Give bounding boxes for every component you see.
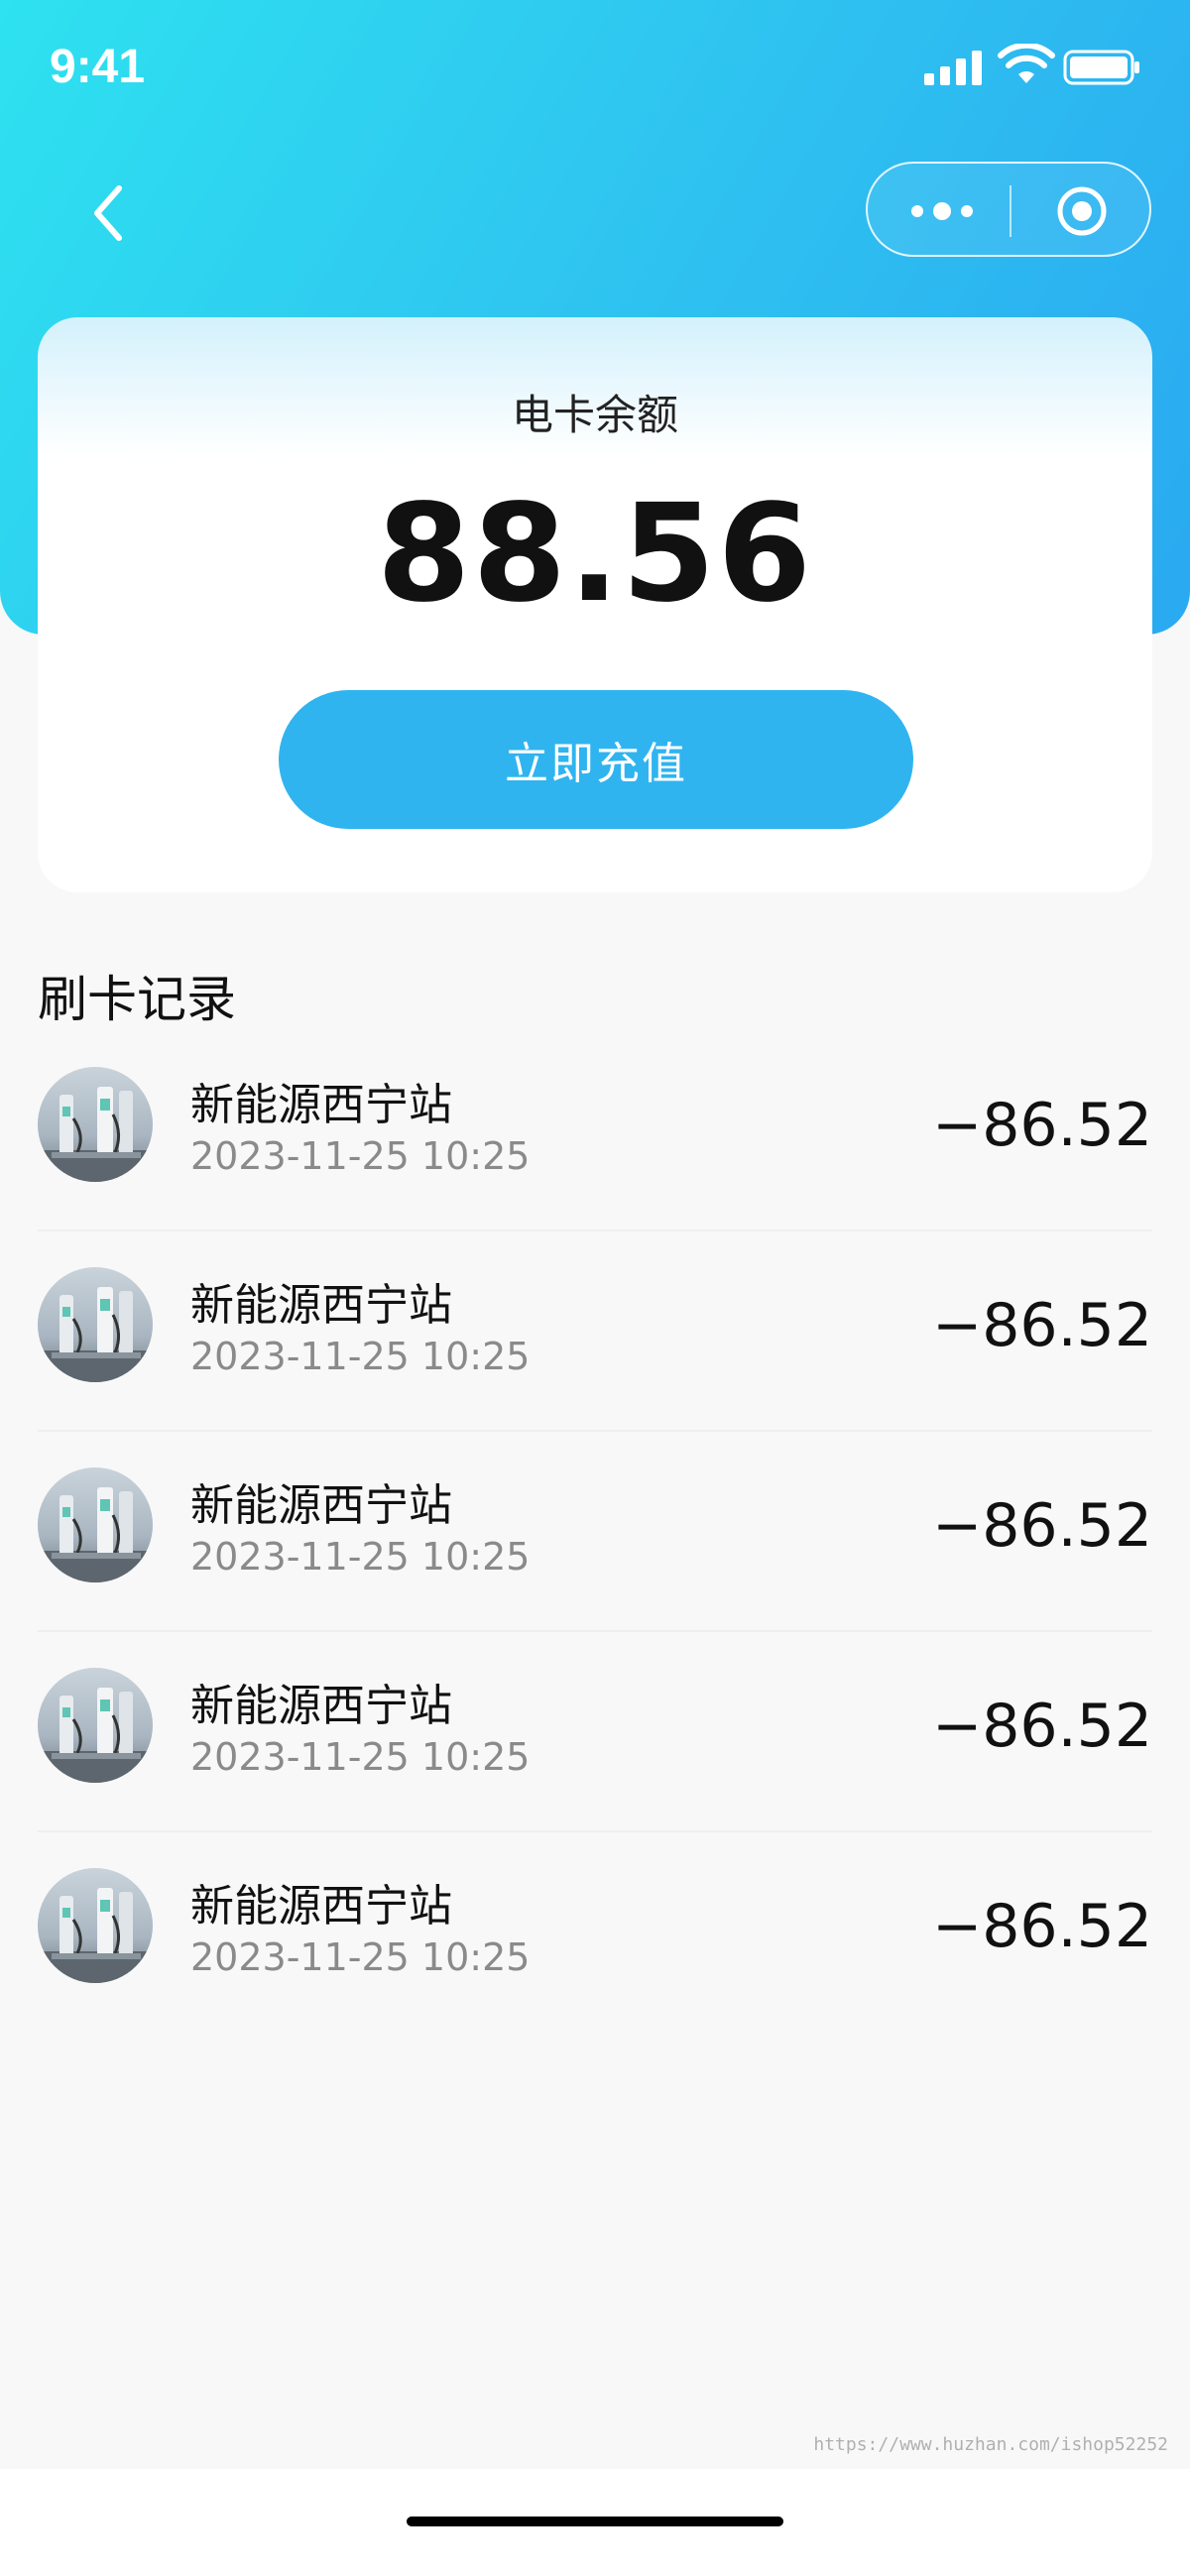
record-row[interactable]: 新能源西宁站 2023-11-25 10:25 −86.52 <box>38 1031 1152 1231</box>
balance-value: 88.56 <box>376 476 814 633</box>
wifi-icon <box>998 44 1055 83</box>
record-amount: −86.52 <box>931 1291 1152 1360</box>
charging-station-image-icon <box>38 1868 153 1983</box>
target-circle-icon[interactable] <box>1054 183 1110 239</box>
station-avatar <box>38 1267 153 1382</box>
charging-station-image-icon <box>38 1467 153 1582</box>
status-time: 9:41 <box>50 41 146 93</box>
record-time: 2023-11-25 10:25 <box>190 1335 531 1378</box>
station-avatar <box>38 1868 153 1983</box>
station-avatar <box>38 1067 153 1182</box>
charging-station-image-icon <box>38 1267 153 1382</box>
balance-card: 电卡余额 88.56 立即充值 <box>38 317 1152 892</box>
capsule-divider <box>1010 185 1012 237</box>
records-list: 新能源西宁站 2023-11-25 10:25 −86.52 新能源西宁站 20… <box>38 1031 1152 2033</box>
back-button[interactable] <box>79 178 139 248</box>
record-time: 2023-11-25 10:25 <box>190 1935 531 1979</box>
record-station-name: 新能源西宁站 <box>190 1280 452 1331</box>
record-amount: −86.52 <box>931 1091 1152 1160</box>
record-station-name: 新能源西宁站 <box>190 1480 452 1531</box>
record-amount: −86.52 <box>931 1692 1152 1761</box>
record-station-name: 新能源西宁站 <box>190 1681 452 1731</box>
battery-icon <box>1063 50 1139 85</box>
charging-station-image-icon <box>38 1067 153 1182</box>
record-station-name: 新能源西宁站 <box>190 1881 452 1932</box>
record-amount: −86.52 <box>931 1491 1152 1561</box>
records-title: 刷卡记录 <box>38 971 236 1028</box>
record-time: 2023-11-25 10:25 <box>190 1535 531 1579</box>
record-time: 2023-11-25 10:25 <box>190 1735 531 1779</box>
record-row[interactable]: 新能源西宁站 2023-11-25 10:25 −86.52 <box>38 1231 1152 1432</box>
charging-station-image-icon <box>38 1668 153 1783</box>
record-row[interactable]: 新能源西宁站 2023-11-25 10:25 −86.52 <box>38 1432 1152 1632</box>
record-amount: −86.52 <box>931 1892 1152 1961</box>
station-avatar <box>38 1668 153 1783</box>
miniprogram-capsule <box>866 162 1151 257</box>
recharge-button[interactable]: 立即充值 <box>279 690 913 829</box>
more-dots-icon[interactable] <box>907 191 977 231</box>
record-time: 2023-11-25 10:25 <box>190 1134 531 1178</box>
cellular-signal-icon <box>924 51 982 85</box>
watermark: https://www.huzhan.com/ishop52252 <box>813 2434 1168 2455</box>
record-row[interactable]: 新能源西宁站 2023-11-25 10:25 −86.52 <box>38 1632 1152 1832</box>
record-row[interactable]: 新能源西宁站 2023-11-25 10:25 −86.52 <box>38 1832 1152 2033</box>
balance-label: 电卡余额 <box>511 391 678 439</box>
home-indicator <box>407 2517 783 2526</box>
record-station-name: 新能源西宁站 <box>190 1080 452 1130</box>
station-avatar <box>38 1467 153 1582</box>
